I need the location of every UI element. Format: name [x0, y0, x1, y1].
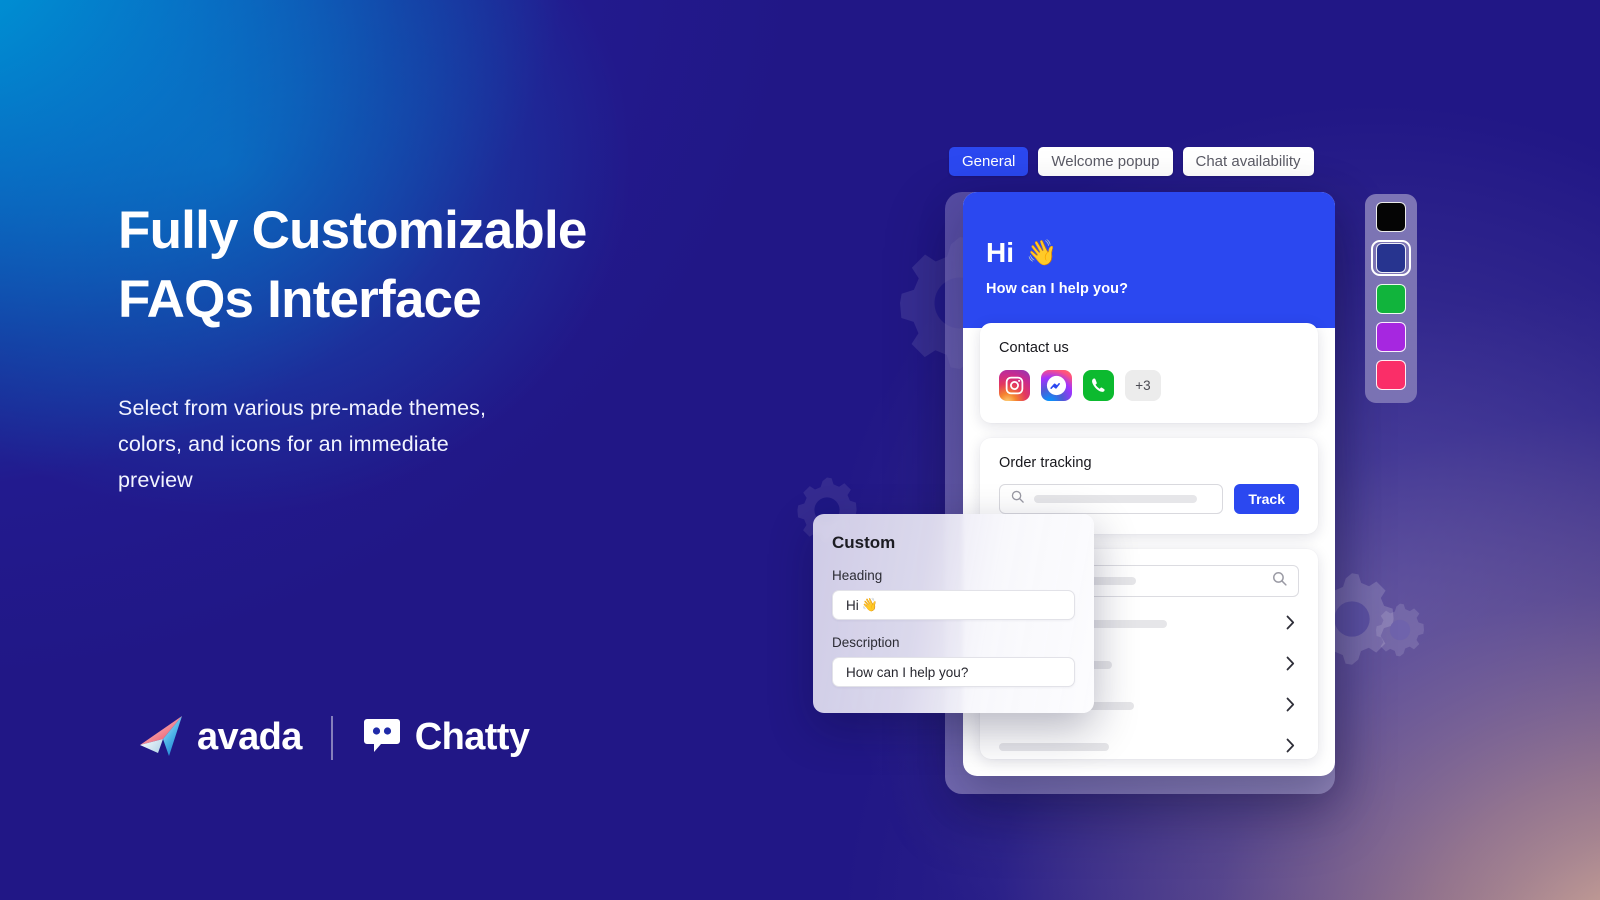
tab-general[interactable]: General — [949, 147, 1029, 176]
heading-field-label: Heading — [832, 568, 883, 583]
waving-hand-icon: 👋 — [1026, 238, 1058, 267]
chatty-wordmark: Chatty — [414, 716, 530, 758]
description-field-label: Description — [832, 635, 900, 650]
instagram-icon[interactable] — [999, 370, 1030, 401]
waving-hand-icon: 👋 — [861, 597, 878, 612]
color-swatch-black[interactable] — [1372, 202, 1410, 232]
more-channels-button[interactable]: +3 — [1125, 370, 1161, 401]
contact-us-card: Contact us +3 — [980, 323, 1318, 423]
swatch-chip — [1376, 284, 1406, 314]
faq-row-placeholder-bar — [999, 742, 1109, 751]
widget-greeting-row: Hi 👋 — [986, 239, 1335, 267]
track-button[interactable]: Track — [1234, 484, 1299, 514]
swatch-chip — [1376, 360, 1406, 390]
swatch-chip — [1376, 322, 1406, 352]
color-swatch-navy[interactable] — [1371, 240, 1411, 276]
messenger-icon[interactable] — [1041, 370, 1072, 401]
search-icon[interactable] — [1271, 570, 1288, 592]
color-swatch-green[interactable] — [1372, 284, 1410, 314]
contact-channel-list: +3 — [999, 370, 1299, 401]
order-input-placeholder-bar — [1034, 495, 1197, 503]
order-tracking-row: Track — [999, 484, 1299, 514]
brand-divider — [330, 715, 333, 760]
order-tracking-input[interactable] — [999, 484, 1224, 514]
color-palette — [1365, 194, 1417, 403]
tab-chat-availability[interactable]: Chat availability — [1182, 147, 1314, 176]
hero-subtitle: Select from various pre-made themes, col… — [118, 396, 487, 492]
heading-field-value: Hi — [846, 597, 859, 613]
page-title: Fully Customizable FAQs Interface — [118, 201, 587, 329]
custom-settings-popup: Custom Heading Hi 👋 Description How can … — [813, 514, 1094, 713]
popup-title: Custom — [832, 533, 896, 552]
chevron-right-icon — [1286, 738, 1295, 756]
description-field-value: How can I help you? — [846, 664, 969, 680]
tab-welcome-popup[interactable]: Welcome popup — [1038, 147, 1173, 176]
chevron-right-icon — [1286, 656, 1295, 674]
phone-icon[interactable] — [1083, 370, 1114, 401]
avada-paper-plane-icon — [138, 712, 188, 763]
chatty-logo: Chatty — [362, 715, 530, 760]
order-tracking-title: Order tracking — [999, 455, 1092, 471]
gear-decoration-far-right — [1370, 600, 1430, 660]
swatch-chip — [1376, 243, 1406, 273]
heading-field[interactable]: Hi 👋 — [832, 590, 1075, 620]
swatch-chip — [1376, 202, 1406, 232]
chevron-right-icon — [1286, 697, 1295, 715]
contact-us-title: Contact us — [999, 340, 1069, 356]
color-swatch-purple[interactable] — [1372, 322, 1410, 352]
widget-subtitle: How can I help you? — [986, 281, 1129, 297]
widget-greeting: Hi — [986, 237, 1014, 268]
search-icon — [1010, 489, 1025, 509]
promo-banner: Fully Customizable FAQs Interface Select… — [0, 0, 1600, 900]
avada-wordmark: avada — [197, 716, 302, 758]
widget-header: Hi 👋 How can I help you? — [963, 192, 1335, 328]
faq-row[interactable] — [999, 726, 1299, 767]
description-field[interactable]: How can I help you? — [832, 657, 1075, 687]
hero-copy: Fully Customizable FAQs Interface Select… — [118, 196, 758, 498]
brand-lockup: avada Chatty — [138, 712, 530, 763]
tab-bar: General Welcome popup Chat availability — [949, 147, 1314, 176]
chevron-right-icon — [1286, 615, 1295, 633]
avada-logo: avada — [138, 712, 302, 763]
color-swatch-pink[interactable] — [1372, 360, 1410, 390]
chat-bubble-icon — [362, 715, 402, 760]
